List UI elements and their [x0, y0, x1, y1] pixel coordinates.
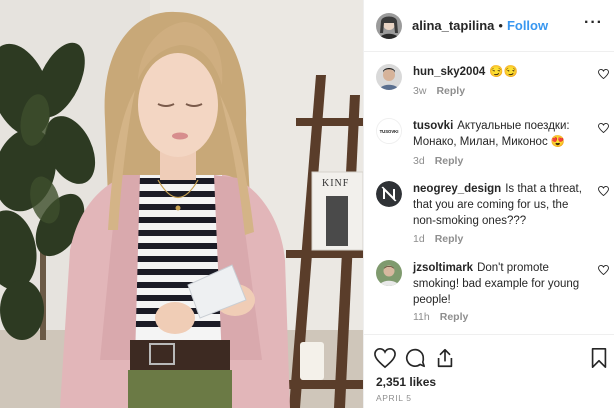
author-username[interactable]: alina_tapilina [412, 18, 494, 33]
reply-button[interactable]: Reply [436, 85, 465, 97]
follow-button[interactable]: Follow [507, 18, 548, 33]
comments-list[interactable]: hun_sky2004 😏😏 3w Reply TUSOVKI tusovki Акт… [364, 52, 614, 334]
portrait-man-avatar[interactable] [376, 64, 402, 90]
comment-meta: 3d Reply [413, 155, 463, 167]
post-date[interactable]: APRIL 5 [376, 393, 412, 403]
comment-username[interactable]: neogrey_design [413, 183, 501, 195]
comment-meta: 11h Reply [413, 311, 468, 323]
comment-username[interactable]: hun_sky2004 [413, 66, 485, 78]
comment-text-block: tusovki Актуальные поездки: Монако, Милан… [413, 118, 593, 150]
magazine-title: KINF [322, 178, 349, 189]
portrait-avatar-image [376, 260, 402, 286]
tusovki-logo-text: TUSOVKI [380, 129, 399, 134]
reply-button[interactable]: Reply [435, 155, 464, 167]
reply-button[interactable]: Reply [435, 233, 464, 245]
share-icon[interactable] [434, 347, 456, 369]
post-photo-illustration: KINF [0, 0, 363, 408]
n-logo-avatar[interactable] [376, 181, 402, 207]
post-actions: 2,351 likes APRIL 5 [364, 334, 614, 408]
comment-username[interactable]: jzsoltimark [413, 262, 473, 274]
post-header: alina_tapilina • Follow ··· [364, 0, 614, 52]
comment-meta: 1d Reply [413, 233, 463, 245]
like-heart-icon[interactable] [374, 347, 396, 369]
more-options-icon[interactable]: ··· [584, 15, 603, 31]
portrait-avatar[interactable] [376, 260, 402, 286]
comment-text-block: hun_sky2004 😏😏 [413, 64, 593, 80]
author-avatar[interactable] [376, 12, 402, 39]
comment-time[interactable]: 3d [413, 155, 425, 167]
n-logo-avatar-image [376, 181, 402, 207]
tusovki-logo-avatar-image: TUSOVKI [377, 119, 401, 143]
comment-text: 😏😏 [489, 66, 518, 78]
like-comment-heart-icon[interactable] [598, 265, 609, 275]
comment-bubble-icon[interactable] [404, 347, 426, 369]
reply-button[interactable]: Reply [440, 311, 469, 323]
likes-count[interactable]: 2,351 likes [376, 375, 436, 389]
like-comment-heart-icon[interactable] [598, 123, 609, 133]
comment-username[interactable]: tusovki [413, 120, 453, 132]
comment-time[interactable]: 3w [413, 85, 426, 97]
tusovki-logo-avatar[interactable]: TUSOVKI [376, 118, 402, 144]
bookmark-icon[interactable] [588, 347, 610, 369]
comment-time[interactable]: 1d [413, 233, 425, 245]
header-separator: • [498, 18, 503, 33]
comment-time[interactable]: 11h [413, 311, 430, 323]
like-comment-heart-icon[interactable] [598, 186, 609, 196]
author-avatar-image [376, 12, 402, 39]
comment-text-block: jzsoltimark Don't promote smoking! bad ex… [413, 260, 593, 308]
portrait-man-avatar-image [376, 64, 402, 90]
post-details-panel: alina_tapilina • Follow ··· hun_sky2004 😏… [363, 0, 614, 408]
comment-meta: 3w Reply [413, 85, 465, 97]
like-comment-heart-icon[interactable] [598, 69, 609, 79]
post-photo[interactable]: KINF [0, 0, 363, 408]
comment-text-block: neogrey_design Is that a threat, that you… [413, 181, 593, 229]
